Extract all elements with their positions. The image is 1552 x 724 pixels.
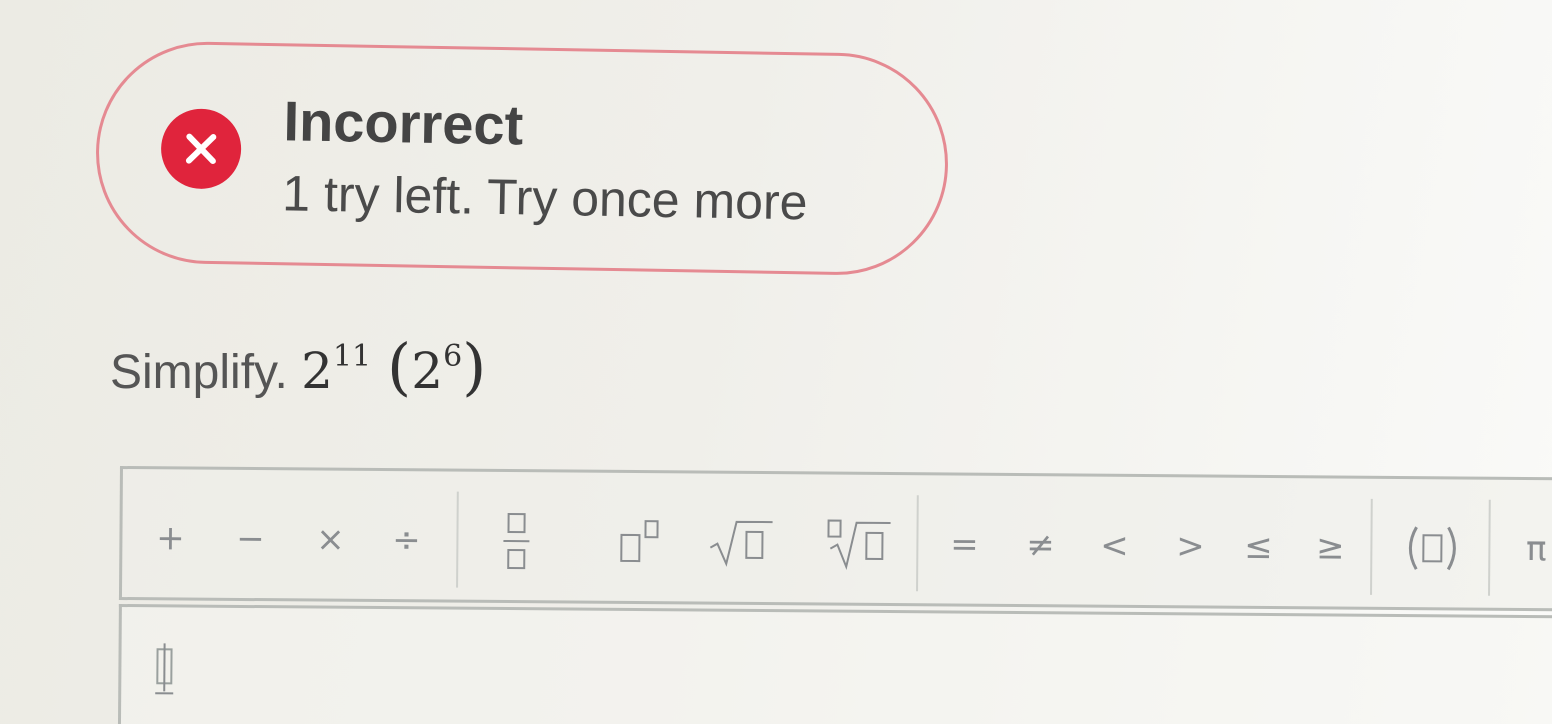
- not-equal-button[interactable]: ≠: [1018, 510, 1063, 580]
- nth-root-button[interactable]: [822, 509, 895, 580]
- times-button[interactable]: ×: [308, 504, 353, 574]
- plus-button[interactable]: +: [148, 503, 193, 573]
- math-toolbar: + − × ÷ = ≠ < > ≤ ≥ π: [118, 466, 1552, 612]
- parentheses-button[interactable]: [1400, 513, 1465, 584]
- math-editor: + − × ÷ = ≠ < > ≤ ≥ π: [117, 466, 1552, 724]
- exponent-1: 11: [332, 339, 372, 374]
- feedback-title: Incorrect: [283, 89, 524, 157]
- error-x-icon: [160, 108, 242, 190]
- fraction-button[interactable]: [492, 506, 541, 576]
- toolbar-divider: [916, 495, 919, 592]
- divide-button[interactable]: ÷: [384, 505, 429, 575]
- less-than-button[interactable]: <: [1092, 511, 1137, 581]
- answer-input[interactable]: [117, 603, 1552, 724]
- question-text: Simplify. 211 (26): [110, 330, 486, 403]
- feedback-message: 1 try left. Try once more: [281, 165, 808, 231]
- question-prompt: Simplify.: [110, 346, 288, 399]
- greater-than-button[interactable]: >: [1168, 511, 1213, 581]
- square-root-template-icon: [709, 520, 773, 567]
- base-2: 2: [411, 342, 444, 400]
- equals-button[interactable]: =: [942, 509, 987, 579]
- exponent-2: 6: [443, 339, 463, 374]
- base-1: 2: [301, 342, 333, 400]
- toolbar-divider: [1370, 498, 1373, 595]
- math-expression: 211 (26): [301, 330, 486, 403]
- greater-equal-button[interactable]: ≥: [1308, 512, 1353, 582]
- exponent-button[interactable]: [612, 507, 669, 577]
- exponent-template-icon: [620, 520, 659, 563]
- feedback-banner: Incorrect 1 try left. Try once more: [94, 40, 950, 277]
- pi-button[interactable]: π: [1514, 514, 1552, 584]
- open-paren: (: [387, 330, 412, 403]
- less-equal-button[interactable]: ≤: [1236, 512, 1281, 582]
- square-root-button[interactable]: [706, 508, 777, 579]
- toolbar-divider: [456, 491, 459, 588]
- text-cursor-icon: [155, 643, 174, 695]
- fraction-template-icon: [503, 513, 530, 570]
- parentheses-template-icon: [1408, 526, 1456, 571]
- close-paren: ): [462, 330, 487, 403]
- toolbar-divider: [1488, 499, 1491, 596]
- minus-button[interactable]: −: [228, 504, 273, 574]
- nth-root-template-icon: [827, 519, 891, 571]
